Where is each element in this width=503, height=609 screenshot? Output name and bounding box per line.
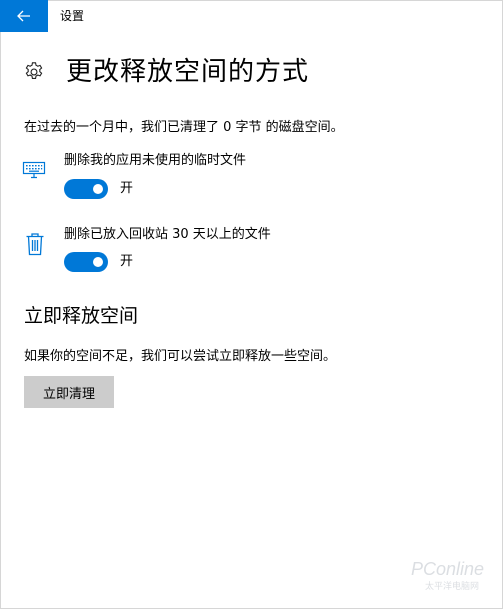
gear-icon <box>22 60 46 84</box>
free-space-now-description: 如果你的空间不足，我们可以尝试立即释放一些空间。 <box>24 349 337 364</box>
cleanup-summary-text: 在过去的一个月中，我们已清理了 0 字节 的磁盘空间。 <box>24 120 344 135</box>
clean-now-button[interactable]: 立即清理 <box>24 376 114 408</box>
recycle-bin-option-label: 删除已放入回收站 30 天以上的文件 <box>64 227 271 242</box>
window-title: 设置 <box>60 9 85 23</box>
temp-files-option-label: 删除我的应用未使用的临时文件 <box>64 153 247 168</box>
pconline-watermark: PConline 太平洋电脑网 <box>411 559 484 592</box>
svg-text:PConline: PConline <box>411 559 484 579</box>
svg-text:太平洋电脑网: 太平洋电脑网 <box>425 580 479 592</box>
trash-icon <box>23 232 47 256</box>
page-header: 更改释放空间的方式 <box>22 52 309 92</box>
toggle-knob <box>93 184 103 194</box>
page-title: 更改释放空间的方式 <box>66 57 310 87</box>
recycle-bin-toggle-state: 开 <box>120 254 134 269</box>
toggle-knob <box>93 257 103 267</box>
temp-files-toggle-state: 开 <box>120 181 134 196</box>
keyboard-icon <box>22 158 46 182</box>
temp-files-toggle[interactable] <box>64 179 108 199</box>
back-button[interactable] <box>0 0 48 32</box>
title-bar: 设置 <box>0 0 503 32</box>
arrow-left-icon <box>17 10 30 22</box>
recycle-bin-toggle[interactable] <box>64 252 108 272</box>
free-space-now-heading: 立即释放空间 <box>24 305 139 327</box>
